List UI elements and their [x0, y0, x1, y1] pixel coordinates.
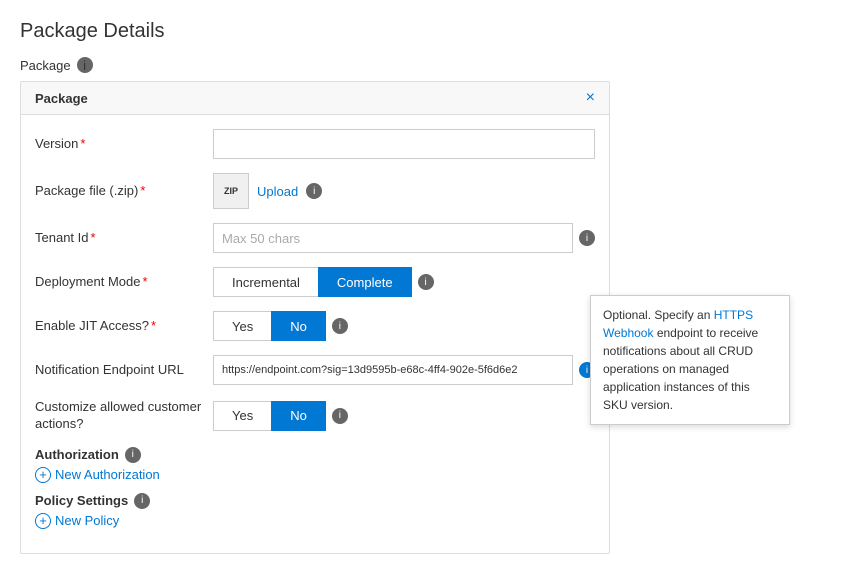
authorization-label: Authorization	[35, 447, 119, 462]
package-file-info-icon[interactable]: i	[306, 183, 322, 199]
add-policy-icon: +	[35, 513, 51, 529]
customize-yes-btn[interactable]: Yes	[213, 401, 271, 431]
notification-url-tooltip: Optional. Specify an HTTPS Webhook endpo…	[590, 295, 790, 425]
customize-actions-row: Customize allowed customer actions? Yes …	[35, 399, 595, 433]
deployment-mode-label: Deployment Mode*	[35, 274, 205, 291]
card-header: Package ×	[21, 82, 609, 115]
notification-url-label: Notification Endpoint URL	[35, 362, 205, 379]
authorization-section-header: Authorization i	[35, 447, 595, 463]
package-section-info-icon[interactable]: i	[77, 57, 93, 73]
jit-no-btn[interactable]: No	[271, 311, 326, 341]
customize-no-btn[interactable]: No	[271, 401, 326, 431]
tenant-id-row: Tenant Id* i	[35, 223, 595, 253]
jit-access-info-icon[interactable]: i	[332, 318, 348, 334]
add-authorization-link[interactable]: + New Authorization	[35, 467, 595, 483]
version-label: Version*	[35, 136, 205, 153]
jit-access-label: Enable JIT Access?*	[35, 318, 205, 335]
version-input[interactable]	[213, 129, 595, 159]
card-title: Package	[35, 91, 88, 106]
deployment-mode-info-icon[interactable]: i	[418, 274, 434, 290]
deployment-mode-row: Deployment Mode* Incremental Complete i	[35, 267, 595, 297]
customize-actions-label: Customize allowed customer actions?	[35, 399, 205, 433]
add-policy-link[interactable]: + New Policy	[35, 513, 595, 529]
package-file-label: Package file (.zip)*	[35, 183, 205, 200]
jit-access-control: Yes No i	[213, 311, 595, 341]
policy-settings-section-header: Policy Settings i	[35, 493, 595, 509]
card-close-button[interactable]: ×	[586, 90, 595, 106]
package-section-header: Package i	[20, 57, 826, 73]
add-authorization-icon: +	[35, 467, 51, 483]
notification-url-control: i	[213, 355, 595, 385]
add-policy-label: New Policy	[55, 513, 119, 528]
version-row: Version*	[35, 129, 595, 159]
customize-actions-toggle: Yes No	[213, 401, 326, 431]
page-title: Package Details	[20, 20, 826, 43]
tooltip-text-part1: Optional. Specify an	[603, 308, 714, 322]
tenant-id-control: i	[213, 223, 595, 253]
zip-icon: ZIP	[213, 173, 249, 209]
customize-actions-info-icon[interactable]: i	[332, 408, 348, 424]
tenant-id-input[interactable]	[213, 223, 573, 253]
deployment-complete-btn[interactable]: Complete	[318, 267, 412, 297]
deployment-mode-toggle: Incremental Complete	[213, 267, 412, 297]
authorization-info-icon[interactable]: i	[125, 447, 141, 463]
deployment-incremental-btn[interactable]: Incremental	[213, 267, 318, 297]
add-authorization-label: New Authorization	[55, 467, 160, 482]
package-card: Package × Version* Package file (.zip)* …	[20, 81, 610, 554]
deployment-mode-control: Incremental Complete i	[213, 267, 595, 297]
policy-settings-label: Policy Settings	[35, 493, 128, 508]
package-section-label: Package	[20, 58, 71, 73]
notification-url-row: Notification Endpoint URL i	[35, 355, 595, 385]
policy-settings-info-icon[interactable]: i	[134, 493, 150, 509]
tenant-id-label: Tenant Id*	[35, 230, 205, 247]
upload-link[interactable]: Upload	[257, 184, 298, 199]
version-control	[213, 129, 595, 159]
customize-actions-control: Yes No i	[213, 401, 595, 431]
jit-access-row: Enable JIT Access?* Yes No i	[35, 311, 595, 341]
jit-yes-btn[interactable]: Yes	[213, 311, 271, 341]
jit-access-toggle: Yes No	[213, 311, 326, 341]
package-file-control: ZIP Upload i	[213, 173, 595, 209]
tenant-id-info-icon[interactable]: i	[579, 230, 595, 246]
card-body: Version* Package file (.zip)* ZIP Upload…	[21, 115, 609, 553]
notification-url-input[interactable]	[213, 355, 573, 385]
package-file-row: Package file (.zip)* ZIP Upload i	[35, 173, 595, 209]
